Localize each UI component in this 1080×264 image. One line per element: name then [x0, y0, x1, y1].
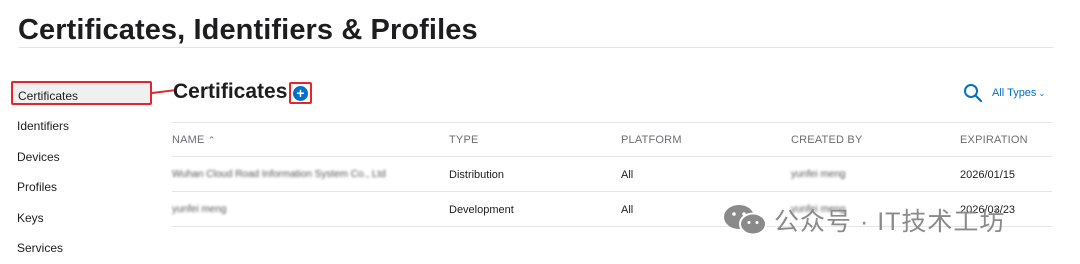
table-row-name[interactable]: yunfei meng — [172, 204, 226, 215]
type-filter-dropdown[interactable]: All Types ⌄ — [992, 87, 1045, 99]
table-row-platform: All — [621, 204, 634, 216]
annotation-connector — [151, 89, 174, 94]
wechat-icon — [724, 205, 767, 236]
add-certificate-button[interactable]: + — [289, 82, 312, 104]
title-divider — [18, 47, 1054, 48]
column-header-expiration[interactable]: EXPIRATION — [960, 134, 1028, 146]
sidebar-item-keys[interactable]: Keys — [17, 211, 44, 225]
plus-circle-icon: + — [293, 85, 308, 101]
table-row-type: Distribution — [449, 169, 505, 181]
table-row-platform: All — [621, 169, 634, 181]
chevron-down-icon: ⌄ — [1038, 89, 1046, 98]
table-row-name[interactable]: Wuhan Cloud Road Information System Co.,… — [172, 169, 386, 180]
sidebar-item-identifiers[interactable]: Identifiers — [17, 119, 69, 133]
table-row-created-by: yunfei meng — [791, 169, 846, 180]
page-title: Certificates, Identifiers & Profiles — [18, 14, 478, 46]
watermark-text: 公众号 · IT技术工坊 — [774, 208, 1006, 236]
table-row-type: Development — [449, 204, 514, 216]
table-divider — [172, 191, 1052, 192]
column-header-name[interactable]: NAME ⌃ — [172, 134, 216, 146]
sidebar-item-certificates[interactable]: Certificates — [11, 81, 152, 105]
column-header-platform[interactable]: PLATFORM — [621, 134, 682, 146]
sidebar-item-profiles[interactable]: Profiles — [17, 180, 57, 194]
type-filter-label: All Types — [992, 87, 1037, 99]
watermark: 公众号 · IT技术工坊 — [722, 202, 1005, 238]
sidebar-item-services[interactable]: Services — [17, 241, 63, 255]
table-row-expiration: 2026/01/15 — [960, 169, 1016, 181]
section-title: Certificates — [173, 80, 288, 103]
column-header-created-by[interactable]: CREATED BY — [791, 134, 862, 146]
sidebar-item-devices[interactable]: Devices — [17, 150, 60, 164]
sort-ascending-icon: ⌃ — [207, 135, 216, 145]
search-icon[interactable] — [963, 83, 983, 103]
column-header-type[interactable]: TYPE — [449, 134, 479, 146]
table-divider — [172, 122, 1052, 123]
table-divider — [172, 156, 1052, 157]
